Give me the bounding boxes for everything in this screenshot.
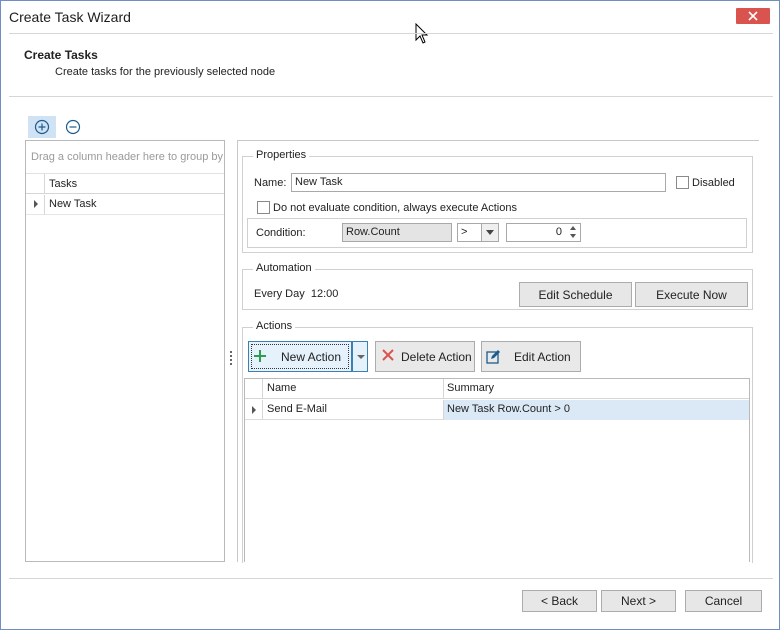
caret-right-icon (252, 406, 256, 414)
window-title: Create Task Wizard (9, 9, 131, 25)
close-button[interactable] (736, 8, 770, 24)
tasks-column-label: Tasks (49, 178, 78, 190)
operator-dropdown-button[interactable] (481, 224, 498, 241)
caret-right-icon (34, 200, 38, 208)
table-row[interactable]: Send E-Mail New Task Row.Count > 0 (245, 400, 749, 420)
no-evaluate-label: Do not evaluate condition, always execut… (273, 202, 517, 214)
minus-circle-icon (65, 119, 81, 135)
properties-legend: Properties (253, 149, 310, 161)
no-evaluate-checkbox[interactable] (257, 201, 270, 214)
operator-select[interactable]: > (457, 223, 499, 242)
edit-action-button[interactable]: Edit Action (481, 341, 581, 372)
plus-icon (254, 350, 266, 362)
wizard-window: Create Task Wizard Create Tasks Create t… (0, 0, 780, 630)
tasks-grid: Drag a column header here to group by Ta… (25, 140, 225, 562)
spin-down-button[interactable] (567, 232, 579, 241)
new-action-button[interactable]: New Action (248, 341, 352, 372)
table-row[interactable]: New Task (26, 195, 224, 215)
disabled-label: Disabled (692, 177, 735, 189)
row-indicator (245, 400, 263, 420)
splitter-handle[interactable] (229, 351, 233, 367)
plus-circle-icon (34, 119, 50, 135)
condition-label: Condition: (256, 227, 306, 239)
delete-action-button[interactable]: Delete Action (375, 341, 475, 372)
delete-x-icon (382, 349, 394, 361)
group-panel[interactable]: Drag a column header here to group by (26, 141, 224, 174)
edit-action-label: Edit Action (514, 350, 571, 364)
automation-legend: Automation (253, 262, 315, 274)
actions-grid-header: Name Summary (245, 379, 749, 399)
page-subtitle: Create tasks for the previously selected… (55, 66, 276, 78)
title-bar: Create Task Wizard (1, 1, 779, 33)
row-indicator (26, 195, 45, 215)
arrow-down-icon (570, 234, 576, 238)
operator-value: > (461, 226, 468, 238)
condition-field[interactable]: Row.Count (342, 223, 452, 242)
name-label: Name: (254, 177, 287, 189)
value-spinner[interactable]: 0 (506, 223, 581, 242)
name-column-header[interactable]: Name (263, 379, 444, 399)
edit-icon (486, 350, 500, 364)
row-indicator-header (26, 174, 45, 194)
edit-schedule-button[interactable]: Edit Schedule (519, 282, 632, 307)
new-action-dropdown[interactable] (352, 341, 368, 372)
add-task-button[interactable] (28, 116, 56, 138)
action-summary-cell: New Task Row.Count > 0 (444, 400, 749, 420)
chevron-down-icon (357, 355, 365, 359)
spinner-value: 0 (555, 226, 562, 238)
footer-divider (9, 578, 773, 579)
next-button[interactable]: Next > (601, 590, 676, 612)
page-title: Create Tasks (24, 48, 98, 62)
delete-action-label: Delete Action (401, 350, 472, 364)
new-action-label: New Action (281, 350, 342, 364)
cancel-button[interactable]: Cancel (685, 590, 762, 612)
actions-grid: Name Summary Send E-Mail New Task Row.Co… (244, 378, 750, 562)
remove-task-button[interactable] (59, 116, 87, 138)
task-cell: New Task (49, 198, 97, 210)
tasks-column-header[interactable]: Tasks (26, 174, 224, 194)
chevron-down-icon (486, 230, 494, 235)
action-name-cell: Send E-Mail (263, 400, 444, 420)
wizard-header: Create Tasks Create tasks for the previo… (9, 33, 773, 97)
disabled-checkbox[interactable] (676, 176, 689, 189)
name-field[interactable]: New Task (291, 173, 666, 192)
schedule-text: Every Day 12:00 (254, 288, 339, 300)
execute-now-button[interactable]: Execute Now (635, 282, 748, 307)
row-indicator-header (245, 379, 263, 399)
arrow-up-icon (570, 226, 576, 230)
close-icon (748, 11, 758, 21)
back-button[interactable]: < Back (522, 590, 597, 612)
summary-column-header[interactable]: Summary (444, 379, 749, 399)
actions-legend: Actions (253, 320, 296, 332)
